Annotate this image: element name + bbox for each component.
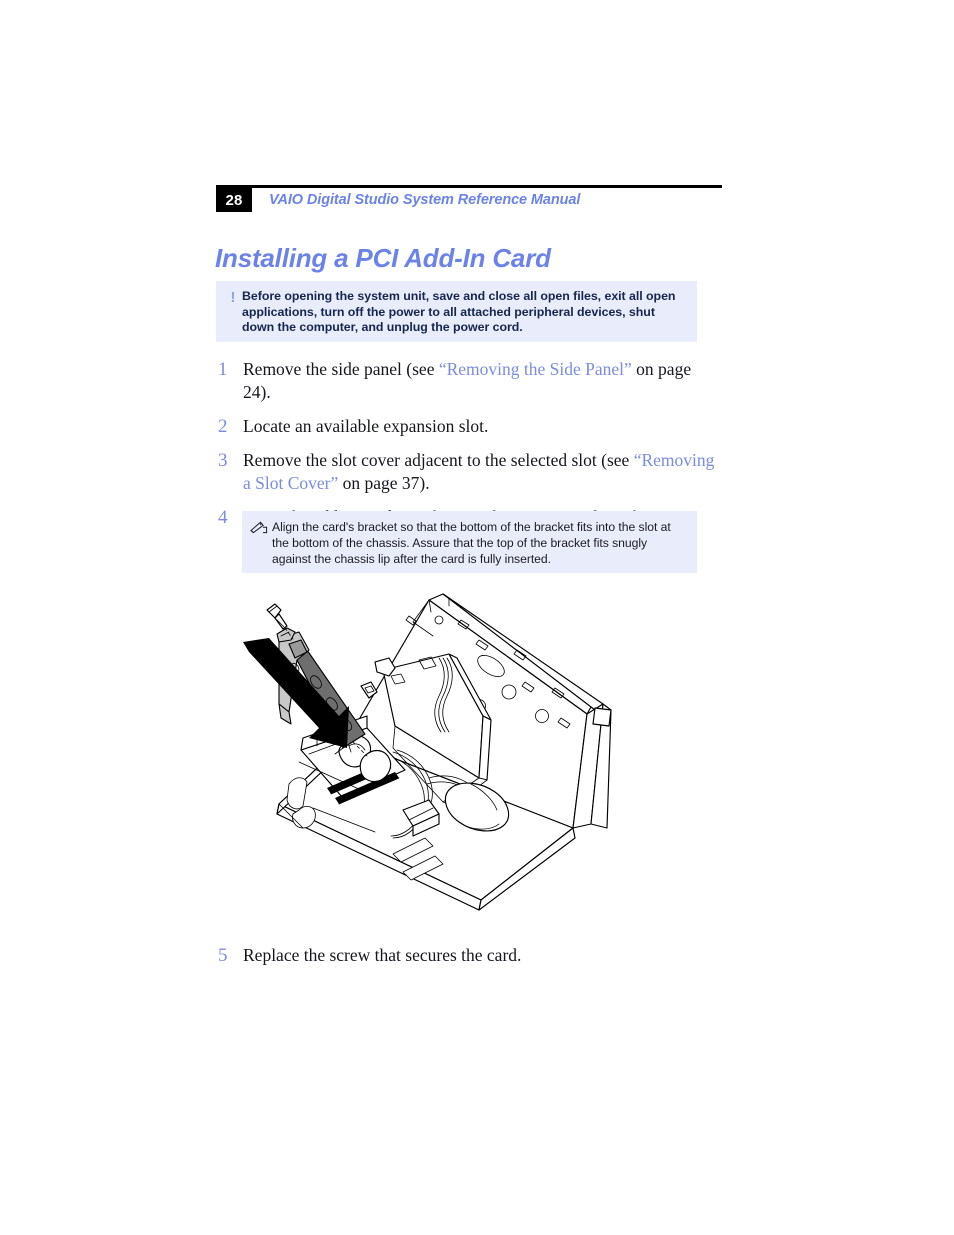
step-item: 2 Locate an available expansion slot. bbox=[215, 415, 715, 438]
step-text-lead: Replace the screw that secures the card. bbox=[243, 945, 522, 965]
caution-box: ! Before opening the system unit, save a… bbox=[216, 281, 697, 342]
cross-reference-link[interactable]: “Removing the Side Panel” bbox=[439, 359, 632, 379]
screw bbox=[266, 603, 288, 630]
caution-text: Before opening the system unit, save and… bbox=[242, 289, 676, 335]
note-box: Align the card's bracket so that the bot… bbox=[242, 511, 697, 573]
step-text-lead: Remove the side panel (see bbox=[243, 359, 439, 379]
step-number: 5 bbox=[218, 945, 228, 966]
step-number: 3 bbox=[218, 450, 228, 471]
step-text: Remove the side panel (see “Removing the… bbox=[243, 358, 715, 404]
header-row: 28 VAIO Digital Studio System Reference … bbox=[216, 188, 722, 212]
running-header-title: VAIO Digital Studio System Reference Man… bbox=[269, 192, 581, 208]
step-item: 1 Remove the side panel (see “Removing t… bbox=[215, 358, 715, 404]
step-text: Remove the slot cover adjacent to the se… bbox=[243, 449, 715, 495]
step-text: Replace the screw that secures the card. bbox=[243, 944, 521, 967]
pci-card-installation-diagram: .ln { fill:none; stroke:#000; stroke-wid… bbox=[243, 592, 635, 922]
step-number: 2 bbox=[218, 416, 228, 437]
document-page: 28 VAIO Digital Studio System Reference … bbox=[0, 0, 954, 1235]
step-text-lead: Remove the slot cover adjacent to the se… bbox=[243, 450, 634, 470]
exclamation-icon: ! bbox=[230, 289, 236, 306]
page-number-badge: 28 bbox=[216, 188, 252, 212]
step-number: 1 bbox=[218, 359, 228, 380]
pencil-note-icon bbox=[250, 519, 272, 565]
page-header: 28 VAIO Digital Studio System Reference … bbox=[216, 185, 722, 212]
step-item: 3 Remove the slot cover adjacent to the … bbox=[215, 449, 715, 495]
step-text: Locate an available expansion slot. bbox=[243, 415, 488, 438]
note-text: Align the card's bracket so that the bot… bbox=[272, 520, 671, 566]
step-item: 5 Replace the screw that secures the car… bbox=[215, 944, 715, 967]
page-title: Installing a PCI Add-In Card bbox=[215, 243, 551, 273]
step-text-tail: on page 37). bbox=[338, 473, 430, 493]
step-text-lead: Locate an available expansion slot. bbox=[243, 416, 489, 436]
step-number: 4 bbox=[218, 507, 228, 528]
